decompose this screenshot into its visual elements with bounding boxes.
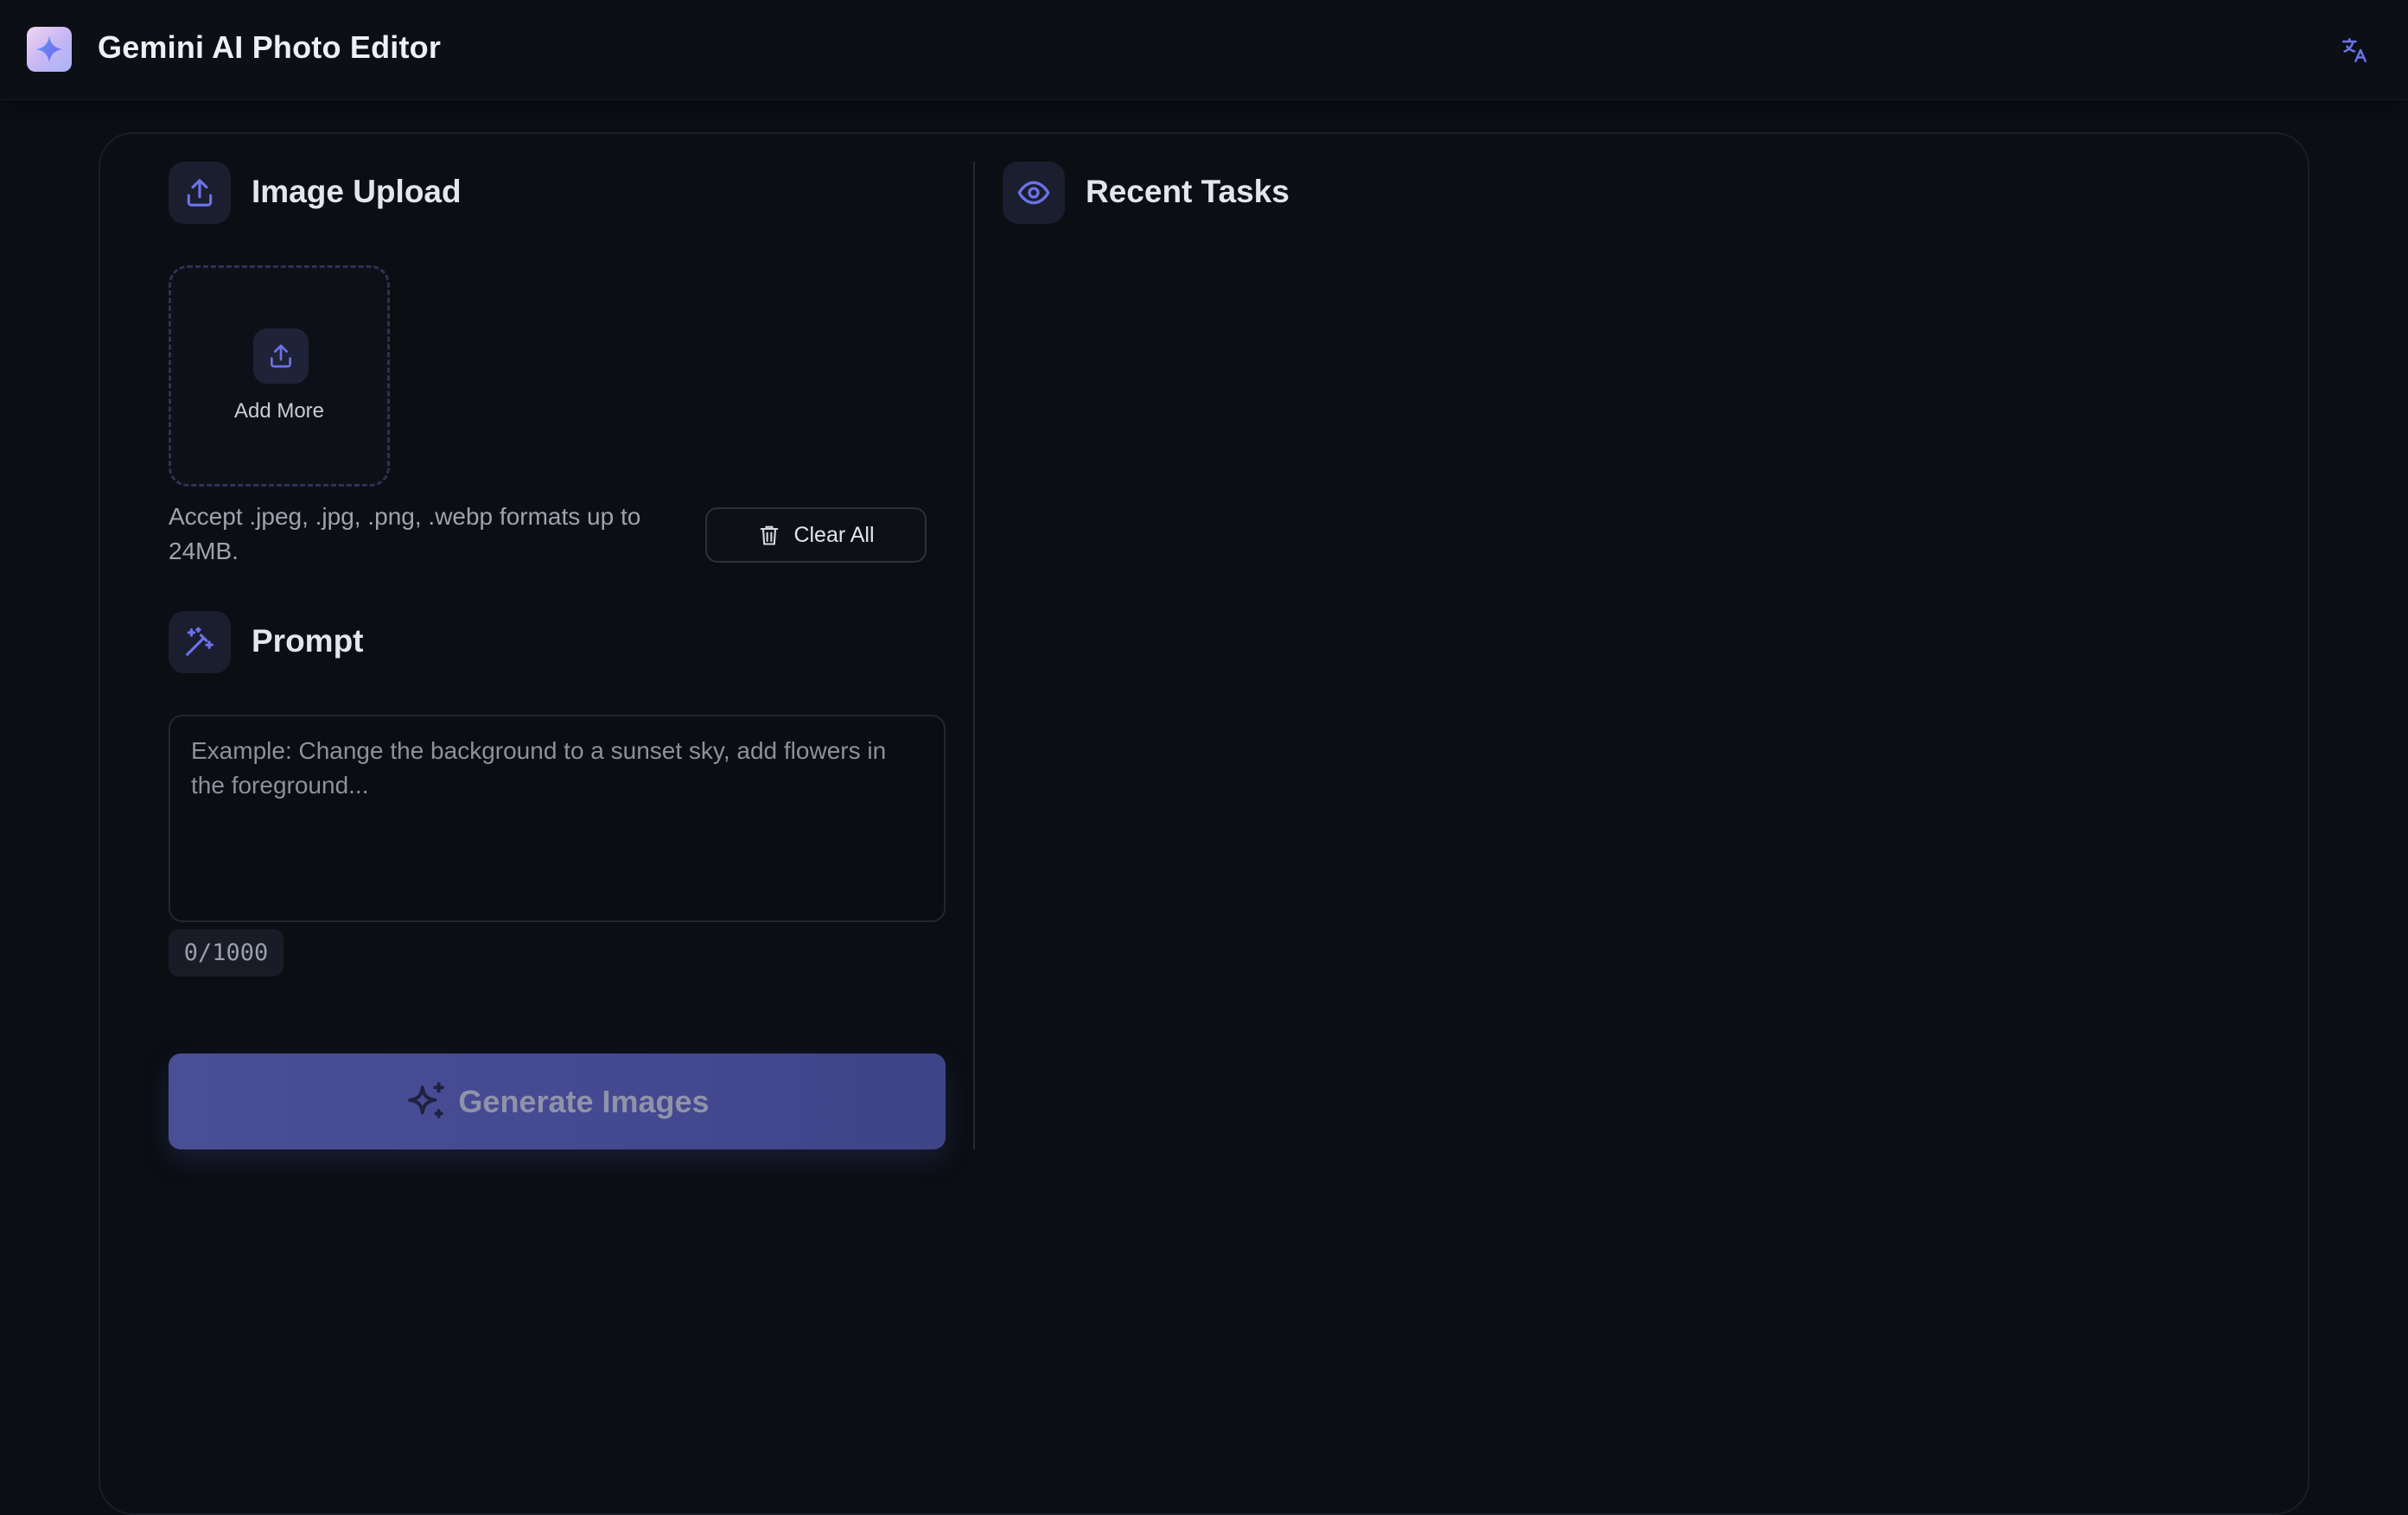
sparkle-icon (35, 35, 63, 63)
app-title: Gemini AI Photo Editor (98, 29, 442, 65)
prompt-section-title: Prompt (252, 623, 364, 659)
accepted-formats-text: Accept .jpeg, .jpg, .png, .webp formats … (169, 503, 641, 564)
upload-icon (187, 179, 213, 207)
prompt-box (169, 715, 946, 922)
language-button[interactable] (2335, 31, 2373, 69)
trash-icon (761, 525, 779, 545)
app-logo (27, 27, 72, 72)
clear-all-label: Clear All (793, 522, 875, 547)
eye-icon (1017, 181, 1050, 205)
upload-icon (271, 344, 291, 368)
upload-section-icon (169, 162, 231, 224)
recent-section-title: Recent Tasks (1086, 174, 1290, 209)
dropzone-upload-icon (253, 328, 309, 384)
sparkles-icon (408, 1081, 445, 1118)
column-divider (973, 162, 975, 1149)
app-header: Gemini AI Photo Editor (0, 0, 2408, 100)
prompt-section-icon (169, 611, 231, 673)
clear-all-button[interactable]: Clear All (705, 507, 927, 563)
prompt-textarea[interactable] (191, 734, 923, 903)
magic-wand-icon (186, 627, 213, 656)
upload-section-title: Image Upload (252, 174, 462, 209)
translate-icon (2341, 37, 2367, 63)
add-more-dropzone[interactable]: Add More (169, 265, 390, 487)
generate-images-button[interactable]: Generate Images (169, 1053, 946, 1149)
recent-section-icon (1003, 162, 1065, 224)
add-more-label: Add More (233, 399, 325, 423)
generate-images-label: Generate Images (458, 1083, 710, 1119)
character-counter: 0/1000 (169, 929, 283, 977)
